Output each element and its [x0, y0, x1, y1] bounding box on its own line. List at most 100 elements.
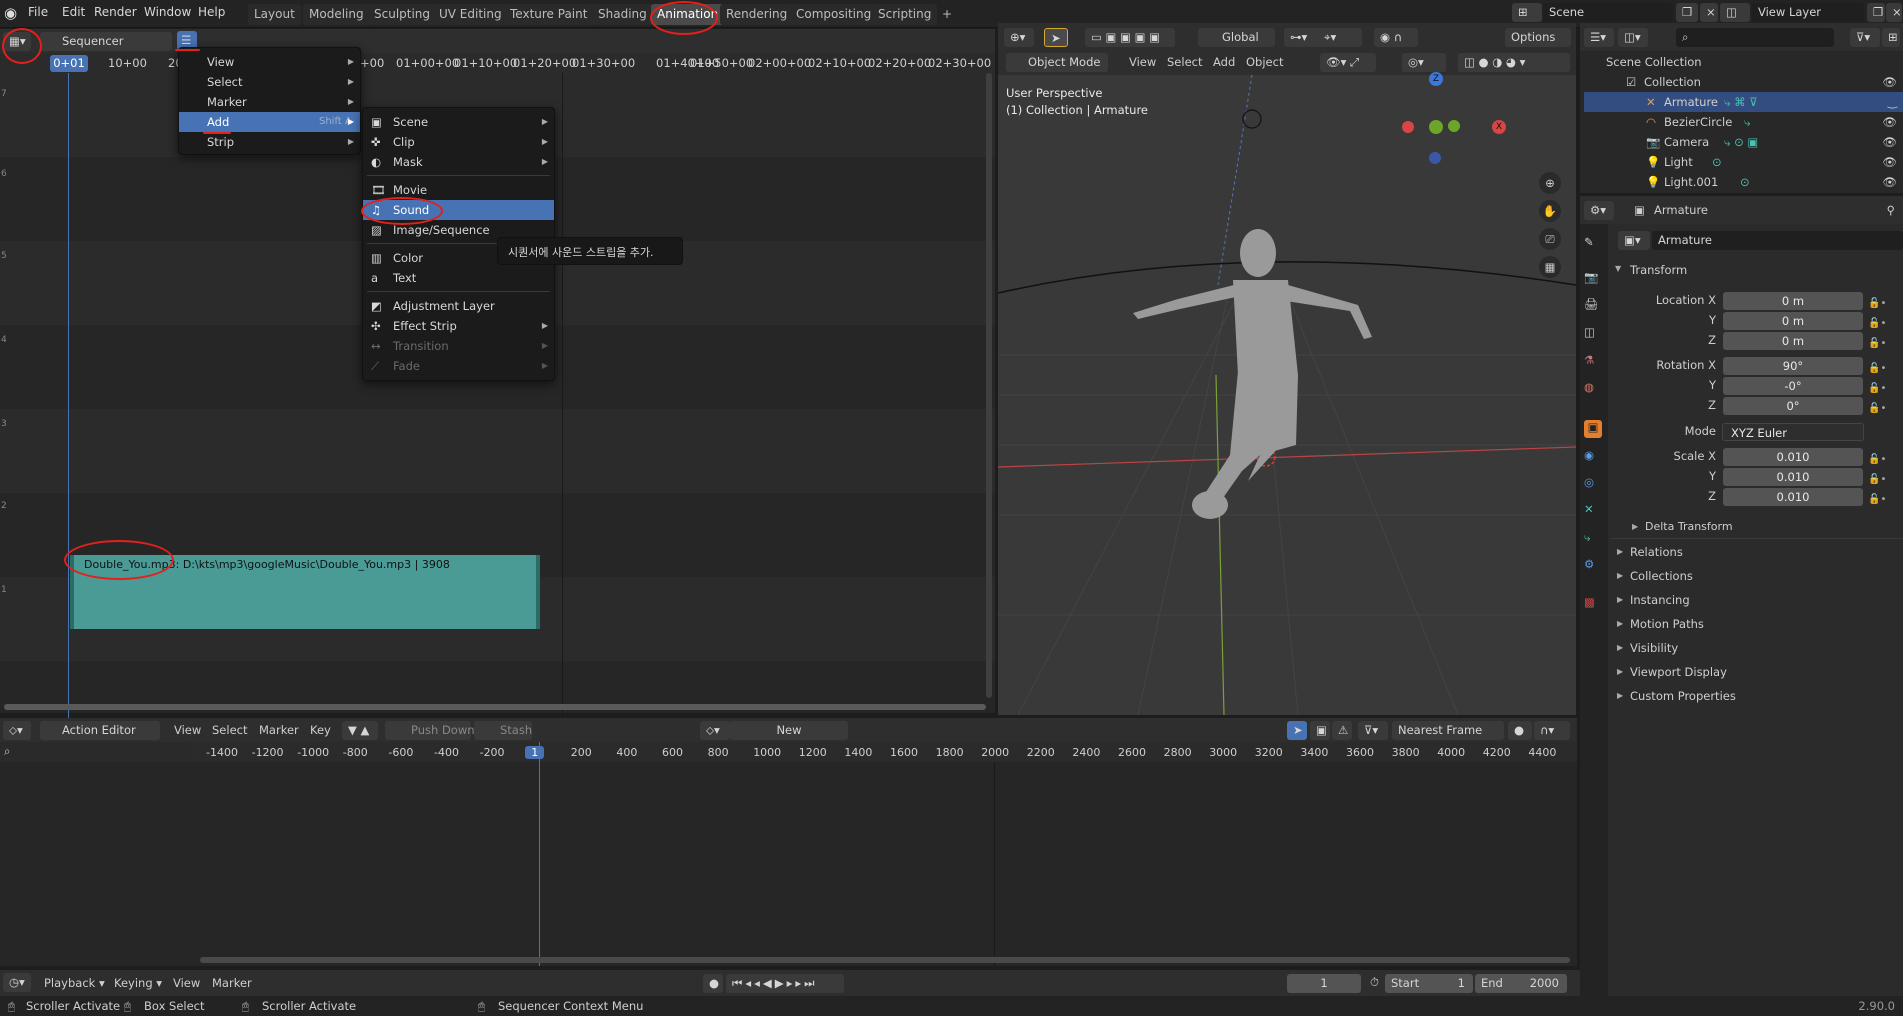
- playhead-line[interactable]: [68, 73, 69, 733]
- playback-controls[interactable]: ⏮◂◂◀▶▸▸⏭: [726, 974, 844, 993]
- viewport-menu-object[interactable]: Object: [1246, 55, 1283, 69]
- gizmo-z-neg[interactable]: [1429, 152, 1441, 164]
- location-x-field[interactable]: 0 m: [1723, 292, 1863, 310]
- filter-icon[interactable]: ⊽▾: [1850, 28, 1880, 47]
- tab-texture-paint[interactable]: Texture Paint: [504, 4, 594, 25]
- editor-type-icon[interactable]: ⬦▾: [3, 721, 31, 740]
- editor-type-icon[interactable]: ◷▾: [3, 973, 31, 992]
- select-tool-icon[interactable]: ➤: [1044, 28, 1068, 47]
- tab-modeling[interactable]: Modeling: [303, 4, 370, 25]
- menu-item-select[interactable]: Select ▶: [179, 72, 360, 92]
- particles-tab-icon[interactable]: ◎: [1584, 475, 1602, 493]
- interpolation-icon[interactable]: ▼ ▲: [342, 721, 378, 740]
- errors-icon[interactable]: ⚠: [1332, 721, 1352, 740]
- new-action-button[interactable]: New: [730, 721, 848, 740]
- modifier-tab-icon[interactable]: ◉: [1584, 448, 1602, 466]
- overlay-icon[interactable]: ◎▾: [1402, 53, 1446, 72]
- render-tab-icon[interactable]: 📷: [1584, 270, 1602, 288]
- timeline-playback-menu[interactable]: Playback ▾: [44, 976, 105, 990]
- menu-help[interactable]: Help: [198, 5, 225, 19]
- object-tab-icon[interactable]: ▣: [1584, 420, 1602, 438]
- menu-window[interactable]: Window: [144, 5, 191, 19]
- menu-item-strip[interactable]: Strip ▶: [179, 132, 360, 152]
- viewport-menu-add[interactable]: Add: [1213, 55, 1235, 69]
- gizmo-y-axis[interactable]: [1429, 120, 1443, 134]
- vertical-scrollbar[interactable]: [986, 73, 992, 698]
- menu-render[interactable]: Render: [94, 5, 137, 19]
- add-workspace-button[interactable]: +: [936, 4, 958, 25]
- playhead-line[interactable]: [539, 742, 540, 966]
- tab-uv-editing[interactable]: UV Editing: [433, 4, 508, 25]
- menu-edit[interactable]: Edit: [62, 5, 85, 19]
- scale-z-field[interactable]: 0.010: [1723, 488, 1863, 506]
- timeline-view-menu[interactable]: View: [173, 976, 200, 990]
- gizmo-x-axis[interactable]: X: [1492, 120, 1506, 134]
- snap-icon[interactable]: ⌖▾: [1318, 28, 1362, 47]
- ortho-grid-icon[interactable]: ▦: [1539, 256, 1561, 278]
- view-layer-tab-icon[interactable]: ◫: [1584, 325, 1602, 343]
- scene-tab-icon[interactable]: ⚗: [1584, 353, 1602, 371]
- editor-type-icon[interactable]: ☰▾: [1584, 28, 1614, 47]
- ae-menu-view[interactable]: View: [174, 723, 201, 737]
- menu-item-marker[interactable]: Marker ▶: [179, 92, 360, 112]
- viewport-menu-select[interactable]: Select: [1167, 55, 1202, 69]
- viewport-menu-view[interactable]: View: [1129, 55, 1156, 69]
- sequencer-ruler[interactable]: 0+01 10+00 20 +00 01+00+00 01+10+00 01+2…: [0, 53, 995, 73]
- texture-tab-icon[interactable]: ▩: [1584, 595, 1602, 613]
- delta-transform-header[interactable]: Delta Transform: [1645, 520, 1733, 533]
- current-frame-field[interactable]: 1: [1287, 974, 1361, 993]
- view-layer-copy-icon[interactable]: ❐: [1867, 3, 1885, 22]
- lock-icons[interactable]: 🔓• 🔓• 🔓•: [1868, 359, 1886, 419]
- view-layer-icon[interactable]: ◫: [1720, 3, 1750, 22]
- falloff-icon[interactable]: ∩▾: [1534, 721, 1570, 740]
- end-frame-field[interactable]: End 2000: [1475, 974, 1567, 993]
- scene-close-icon[interactable]: ×: [1700, 3, 1718, 22]
- constraints-tab-icon[interactable]: ⤷: [1584, 530, 1602, 548]
- transform-orientation-dropdown[interactable]: Global: [1198, 28, 1275, 47]
- visibility-icon[interactable]: 👁▾ ⤢: [1320, 53, 1376, 72]
- outliner-scene-collection[interactable]: Scene Collection: [1584, 52, 1903, 72]
- start-frame-field[interactable]: Start 1: [1385, 974, 1473, 993]
- object-data-tab-icon[interactable]: ⚙: [1584, 557, 1602, 575]
- output-tab-icon[interactable]: 🖨: [1584, 297, 1602, 315]
- ae-menu-key[interactable]: Key: [310, 723, 331, 737]
- outliner-item[interactable]: ☑ Collection 👁: [1584, 72, 1903, 92]
- tab-shading[interactable]: Shading: [592, 4, 653, 25]
- tab-sculpting[interactable]: Sculpting: [368, 4, 437, 25]
- location-z-field[interactable]: 0 m: [1723, 332, 1863, 350]
- blender-logo-icon[interactable]: ◉: [4, 4, 17, 22]
- gizmo-z-axis[interactable]: Z: [1429, 72, 1443, 86]
- menu-item-clip[interactable]: ✜ Clip ▶: [363, 132, 554, 152]
- collections-panel-header[interactable]: Collections: [1630, 569, 1693, 583]
- timeline-keying-menu[interactable]: Keying ▾: [114, 976, 162, 990]
- scene-icon[interactable]: ⊞: [1512, 3, 1542, 22]
- menu-item-text[interactable]: a Text: [363, 268, 554, 288]
- instancing-panel-header[interactable]: Instancing: [1630, 593, 1690, 607]
- viewport-display-panel-header[interactable]: Viewport Display: [1630, 665, 1727, 679]
- current-frame-indicator[interactable]: 0+01: [50, 55, 88, 72]
- viewport-area[interactable]: ⊕▾ ➤ ▭ ▣ ▣ ▣ ▣ Global ⊶▾ ⌖▾ ◉ ∩ Options …: [998, 23, 1576, 715]
- transform-panel-header[interactable]: Transform: [1630, 263, 1687, 277]
- ae-menu-marker[interactable]: Marker: [259, 723, 299, 737]
- scene-copy-icon[interactable]: ❐: [1676, 3, 1698, 22]
- push-down-button[interactable]: Push Down: [385, 721, 475, 740]
- menu-item-scene[interactable]: ▣ Scene ▶: [363, 112, 554, 132]
- display-mode-icon[interactable]: ◫▾: [1618, 28, 1648, 47]
- proportional-icon[interactable]: ●: [1508, 721, 1532, 740]
- rotation-y-field[interactable]: -0°: [1723, 377, 1863, 395]
- outliner-item-selected[interactable]: ✕ Armature ⤷ ⌘ ⊽ ‿: [1584, 92, 1903, 112]
- tab-layout[interactable]: Layout: [248, 4, 301, 25]
- view-layer-close-icon[interactable]: ×: [1886, 3, 1902, 22]
- outliner-item[interactable]: ◠ BezierCircle ⤷ 👁: [1584, 112, 1903, 132]
- scale-y-field[interactable]: 0.010: [1723, 468, 1863, 486]
- new-collection-icon[interactable]: ⊞: [1882, 28, 1900, 47]
- channel-search-bar[interactable]: ⌕: [0, 742, 190, 762]
- record-icon[interactable]: ●: [703, 974, 723, 993]
- world-tab-icon[interactable]: ◍: [1584, 380, 1602, 398]
- action-browse-icon[interactable]: ⬦▾: [700, 721, 730, 740]
- tab-scripting[interactable]: Scripting: [872, 4, 938, 25]
- editor-type-icon[interactable]: ⊕▾: [1004, 28, 1034, 47]
- lock-icons[interactable]: 🔓• 🔓• 🔓•: [1868, 450, 1886, 510]
- action-editor-mode-dropdown[interactable]: Action Editor: [40, 721, 160, 740]
- relations-panel-header[interactable]: Relations: [1630, 545, 1683, 559]
